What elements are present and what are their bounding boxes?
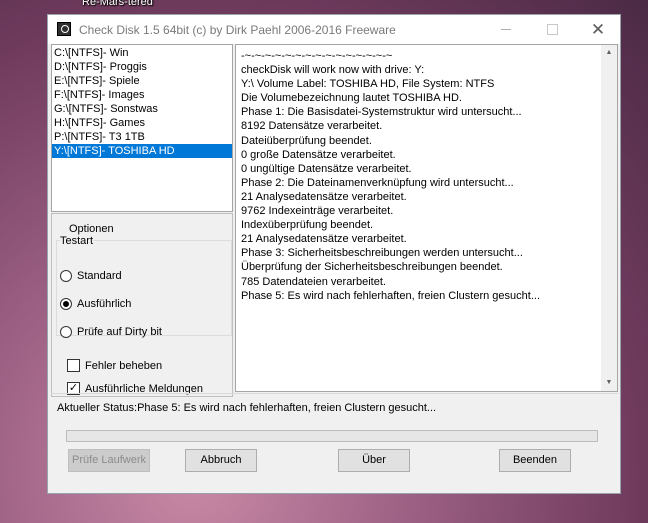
maximize-icon	[547, 24, 558, 35]
log-line: Indexüberprüfung beendet.	[241, 219, 374, 232]
progress-bar	[66, 430, 598, 442]
options-title: Optionen	[69, 223, 114, 235]
radio-ausfuehrlich-indicator[interactable]	[60, 298, 72, 310]
abort-button[interactable]: Abbruch	[185, 449, 257, 472]
test-type-title: Testart	[60, 235, 94, 247]
drive-item[interactable]: F:\[NTFS]- Images	[52, 88, 232, 102]
minimize-button[interactable]	[483, 15, 529, 44]
log-line: Phase 2: Die Dateinamenverknüpfung wird …	[241, 176, 514, 189]
log-line: Phase 5: Es wird nach fehlerhaften, frei…	[241, 289, 540, 302]
log-line: 8192 Datensätze verarbeitet.	[241, 120, 383, 133]
drive-item[interactable]: Y:\[NTFS]- TOSHIBA HD	[52, 144, 232, 158]
radio-standard-label: Standard	[77, 270, 122, 282]
drive-item[interactable]: D:\[NTFS]- Proggis	[52, 60, 232, 74]
log-line: Y:\ Volume Label: TOSHIBA HD, File Syste…	[241, 78, 495, 91]
log-line: 9762 Indexeinträge verarbeitet.	[241, 205, 394, 218]
log-line: 21 Analysedatensätze verarbeitet.	[241, 233, 407, 246]
checkdisk-window: Check Disk 1.5 64bit (c) by Dirk Paehl 2…	[47, 14, 621, 494]
log-line: 21 Analysedatensätze verarbeitet.	[241, 190, 407, 203]
checkbox-fehler-beheben-box[interactable]	[67, 359, 80, 372]
radio-dirty-bit-indicator[interactable]	[60, 326, 72, 338]
close-button[interactable]: ✕	[575, 15, 621, 44]
radio-ausfuehrlich-label: Ausführlich	[77, 298, 132, 310]
log-output[interactable]: -~-~-~-~-~-~-~-~-~-~-~-~-~-~-~ checkDisk …	[235, 44, 618, 392]
drive-item[interactable]: E:\[NTFS]- Spiele	[52, 74, 232, 88]
window-title: Check Disk 1.5 64bit (c) by Dirk Paehl 2…	[79, 23, 396, 37]
log-scrollbar[interactable]: ▲ ▼	[601, 45, 617, 391]
radio-dirty-bit-label: Prüfe auf Dirty bit	[77, 326, 162, 338]
log-line: 785 Datendateien verarbeitet.	[241, 275, 386, 288]
checkbox-fehler-beheben-label: Fehler beheben	[85, 360, 163, 372]
drive-item[interactable]: H:\[NTFS]- Games	[52, 116, 232, 130]
drive-list[interactable]: C:\[NTFS]- Win D:\[NTFS]- Proggis E:\[NTFS…	[51, 44, 233, 212]
log-line: 0 große Datensätze verarbeitet.	[241, 148, 396, 161]
maximize-button[interactable]	[529, 15, 575, 44]
check-drive-button[interactable]: Prüfe Laufwerk	[68, 449, 150, 472]
log-line: Die Volumebezeichnung lautet TOSHIBA HD.	[241, 92, 462, 105]
status-text: Aktueller Status:Phase 5: Es wird nach f…	[57, 402, 437, 414]
test-type-group	[56, 240, 232, 336]
about-button[interactable]: Über	[338, 449, 410, 472]
minimize-icon	[501, 29, 511, 30]
scroll-down-icon[interactable]: ▼	[601, 375, 617, 391]
drive-item[interactable]: C:\[NTFS]- Win	[52, 46, 232, 60]
drive-item[interactable]: G:\[NTFS]- Sonstwas	[52, 102, 232, 116]
log-line: Phase 1: Die Basisdatei-Systemstruktur w…	[241, 106, 522, 119]
log-line: Überprüfung der Sicherheitsbeschreibunge…	[241, 261, 503, 274]
log-lines: -~-~-~-~-~-~-~-~-~-~-~-~-~-~-~ checkDisk …	[241, 49, 540, 303]
exit-button[interactable]: Beenden	[499, 449, 571, 472]
options-panel: Optionen Testart Standard Ausführlich Pr…	[51, 213, 233, 397]
close-icon: ✕	[590, 20, 606, 39]
app-icon[interactable]	[57, 22, 71, 36]
log-line: Phase 3: Sicherheitsbeschreibungen werde…	[241, 247, 523, 260]
title-bar[interactable]: Check Disk 1.5 64bit (c) by Dirk Paehl 2…	[48, 15, 620, 44]
desktop-icon-label[interactable]: Re-Mars-tered	[82, 0, 153, 8]
status-divider	[51, 393, 618, 394]
radio-standard-indicator[interactable]	[60, 270, 72, 282]
log-line: 0 ungültige Datensätze verarbeitet.	[241, 162, 412, 175]
log-line: -~-~-~-~-~-~-~-~-~-~-~-~-~-~-~	[241, 50, 393, 62]
log-line: Dateiüberprüfung beendet.	[241, 134, 372, 147]
log-line: checkDisk will work now with drive: Y:	[241, 64, 425, 77]
scroll-up-icon[interactable]: ▲	[601, 45, 617, 61]
drive-item[interactable]: P:\[NTFS]- T3 1TB	[52, 130, 232, 144]
